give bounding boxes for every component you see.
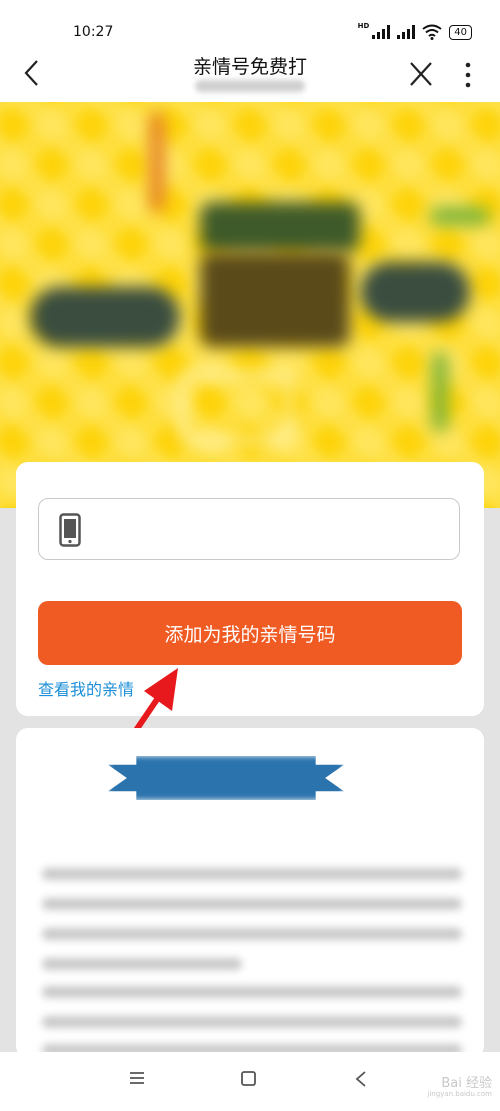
signal-2-icon [397,25,416,39]
system-nav-bar: Bai 经验 jingyan.baidu.com [0,1052,500,1111]
watermark-url: jingyan.baidu.com [427,1090,492,1098]
status-bar: 10:27 HD 40 [0,0,500,46]
rules-text-line [42,898,462,910]
rules-text-line [42,1016,462,1028]
banner-blob [150,112,164,212]
rules-text-line [42,986,462,998]
banner-blob [200,202,360,252]
banner-blob [360,262,470,322]
watermark: Bai 经验 [441,1076,492,1091]
banner-blob [430,207,490,225]
network-badge: HD [357,22,370,30]
wifi-icon [422,24,442,40]
banner-blob [200,252,350,347]
rules-text-line [42,868,462,880]
close-icon[interactable] [404,58,438,90]
banner-blob [180,372,292,444]
banner-blob [30,287,180,347]
mobile-phone-icon [59,513,81,547]
signal-icon [372,25,391,39]
rules-card [16,728,484,1058]
rules-ribbon-heading [108,756,344,800]
rules-text-line [42,928,462,940]
rules-text-line [42,958,242,970]
status-icons: HD 40 [357,22,472,40]
add-family-number-button[interactable]: 添加为我的亲情号码 [38,601,462,665]
back-chevron-icon[interactable] [354,1070,368,1088]
page-subtitle-blurred [195,80,305,92]
banner-blob [432,352,448,432]
battery-indicator: 40 [449,24,472,40]
home-square-icon[interactable] [240,1070,258,1088]
title-bar: 亲情号免费打 [0,46,500,102]
more-vertical-icon[interactable] [458,60,478,90]
family-number-form-card: 添加为我的亲情号码 查看我的亲情 [16,462,484,716]
menu-icon[interactable] [128,1070,146,1086]
phone-number-field[interactable] [38,498,460,560]
status-time: 10:27 [73,24,114,40]
phone-number-input[interactable] [101,518,305,542]
promo-banner [0,102,500,508]
